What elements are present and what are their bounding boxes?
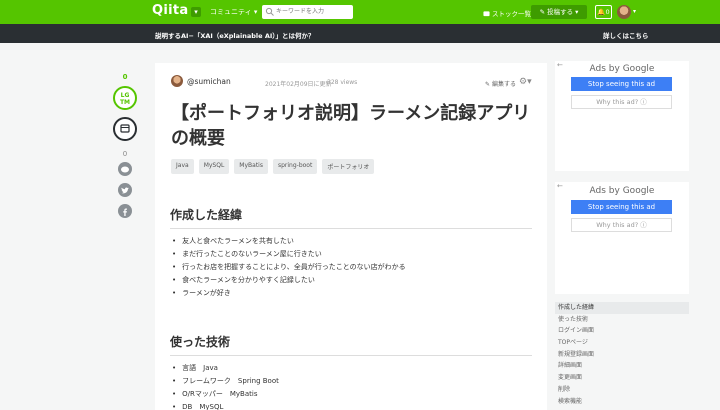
tag[interactable]: spring-boot — [272, 159, 318, 174]
community-menu[interactable]: コミュニティ ▾ — [210, 7, 257, 17]
gear-icon[interactable]: ⚙▾ — [519, 77, 532, 87]
user-avatar[interactable] — [617, 5, 631, 19]
list-item: 言語 Java — [172, 362, 279, 375]
view-count: 328 views — [327, 79, 358, 86]
facebook-icon[interactable] — [118, 204, 132, 218]
why-this-ad-button[interactable]: Why this ad? ⓘ — [571, 218, 672, 232]
list-item: 食べたラーメンを分かりやすく記録したい — [172, 274, 406, 287]
twitter-icon[interactable] — [118, 183, 132, 197]
stock-button[interactable] — [113, 117, 137, 141]
bullet-list: 言語 Java フレームワーク Spring Boot O/Rマッパー MyBa… — [172, 362, 279, 410]
author-name[interactable]: @sumichan — [187, 77, 231, 86]
toc-item[interactable]: 変更画面 — [555, 372, 689, 384]
toc-item[interactable]: 検索機能 — [555, 396, 689, 408]
section-heading: 作成した経緯 — [170, 206, 532, 229]
tag[interactable]: MySQL — [198, 159, 230, 174]
post-button[interactable]: ✎ 投稿する ▾ — [531, 5, 587, 19]
chevron-down-icon[interactable]: ▾ — [633, 8, 636, 15]
toc-item[interactable]: 詳細画面 — [555, 360, 689, 372]
list-item: 行ったお店を把握することにより、全員が行ったことのない店がわかる — [172, 261, 406, 274]
ads-by-google: Ads by Google — [589, 64, 655, 74]
list-item: DB MySQL — [172, 401, 279, 410]
stock-list-link[interactable]: ストック一覧 — [483, 8, 531, 18]
notice-text[interactable]: 説明するAI−「XAI（eXplainable AI）」とは何か？ — [155, 30, 315, 40]
toc-item[interactable]: 削除 — [555, 384, 689, 396]
stock-count: 0 — [122, 150, 128, 158]
table-of-contents: 作成した経緯 使った技術 ログイン画面 TOPページ 新規登録画面 詳細画面 変… — [555, 302, 689, 407]
ad-panel: ← Ads by Google Stop seeing this ad Why … — [555, 182, 689, 294]
notice-bar: 説明するAI−「XAI（eXplainable AI）」とは何か？ 詳しくはこち… — [0, 24, 720, 43]
section-heading: 使った技術 — [170, 333, 532, 356]
updated-date: 2021年02月09日に更新 — [265, 81, 332, 88]
list-item: ラーメンが好き — [172, 287, 406, 300]
toc-item[interactable]: 使った技術 — [555, 314, 689, 326]
lgtm-count: 0 — [122, 73, 128, 81]
author-avatar[interactable] — [171, 75, 183, 87]
qiita-logo[interactable]: Qiita — [152, 3, 188, 18]
stop-seeing-ad-button[interactable]: Stop seeing this ad — [571, 77, 672, 91]
ads-by-google: Ads by Google — [589, 186, 655, 196]
notice-link[interactable]: 詳しくはこちら — [603, 30, 649, 40]
logo-dropdown-icon[interactable]: ▾ — [191, 7, 201, 17]
folder-icon — [483, 11, 490, 17]
notification-button[interactable]: 🔔0 — [595, 5, 612, 19]
article-title: 【ポートフォリオ説明】ラーメン記録アプリの概要 — [171, 103, 531, 149]
search-input[interactable] — [276, 6, 350, 17]
search-box[interactable] — [262, 5, 353, 19]
stop-seeing-ad-button[interactable]: Stop seeing this ad — [571, 200, 672, 214]
global-header: Qiita ▾ コミュニティ ▾ ストック一覧 ✎ 投稿する ▾ 🔔0 ▾ — [0, 0, 720, 24]
toc-item[interactable]: TOPページ — [555, 337, 689, 349]
bullet-list: 友人と食べたラーメンを共有したい まだ行ったことのないラーメン屋に行きたい 行っ… — [172, 235, 406, 300]
tag-list: Java MySQL MyBatis spring-boot ポートフォリオ — [171, 159, 375, 174]
edit-request-link[interactable]: ✎ 編集する — [485, 79, 516, 88]
stock-folder-icon — [120, 124, 130, 133]
tag[interactable]: Java — [171, 159, 194, 174]
search-icon — [265, 7, 274, 16]
article-body: @sumichan 2021年02月09日に更新 328 views ✎ 編集す… — [155, 63, 547, 410]
list-item: 友人と食べたラーメンを共有したい — [172, 235, 406, 248]
comment-icon[interactable] — [118, 162, 132, 176]
lgtm-button[interactable]: LG TM — [113, 86, 137, 110]
toc-item[interactable]: ログイン画面 — [555, 325, 689, 337]
tag[interactable]: MyBatis — [234, 159, 268, 174]
list-item: O/Rマッパー MyBatis — [172, 388, 279, 401]
list-item: フレームワーク Spring Boot — [172, 375, 279, 388]
toc-item[interactable]: 作成した経緯 — [555, 302, 689, 314]
ad-panel: ← Ads by Google Stop seeing this ad Why … — [555, 61, 689, 171]
toc-item[interactable]: 新規登録画面 — [555, 349, 689, 361]
tag[interactable]: ポートフォリオ — [322, 159, 375, 174]
why-this-ad-button[interactable]: Why this ad? ⓘ — [571, 95, 672, 109]
list-item: まだ行ったことのないラーメン屋に行きたい — [172, 248, 406, 261]
